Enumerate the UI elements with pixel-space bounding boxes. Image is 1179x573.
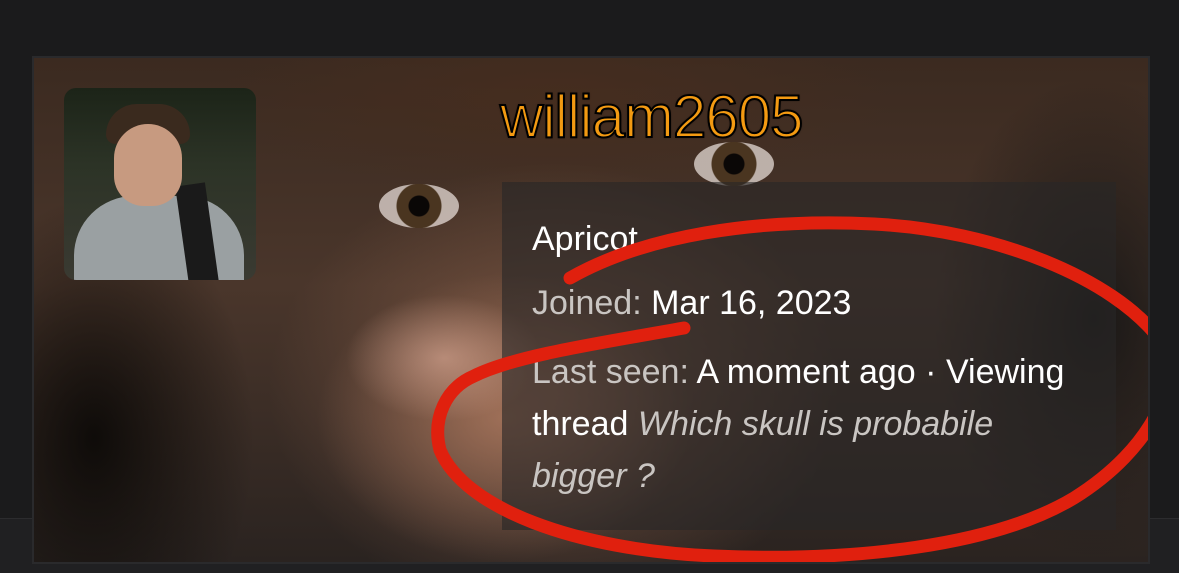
last-seen-value: A moment ago xyxy=(696,353,916,391)
joined-label: Joined: xyxy=(532,284,642,322)
joined-date: Mar 16, 2023 xyxy=(651,284,852,322)
profile-card: william2605 Apricot Joined: Mar 16, 2023… xyxy=(32,56,1150,564)
profile-info-panel: Apricot Joined: Mar 16, 2023 Last seen: … xyxy=(502,182,1116,530)
joined-row: Joined: Mar 16, 2023 xyxy=(532,282,1086,324)
last-seen-row: Last seen: A moment ago · Viewing thread… xyxy=(532,346,1086,502)
avatar[interactable] xyxy=(64,88,256,280)
banner-eye-left xyxy=(379,184,459,228)
separator: · xyxy=(925,353,937,391)
user-rank: Apricot xyxy=(532,220,638,258)
last-seen-label: Last seen: xyxy=(532,353,689,391)
username[interactable]: william2605 xyxy=(499,82,804,151)
